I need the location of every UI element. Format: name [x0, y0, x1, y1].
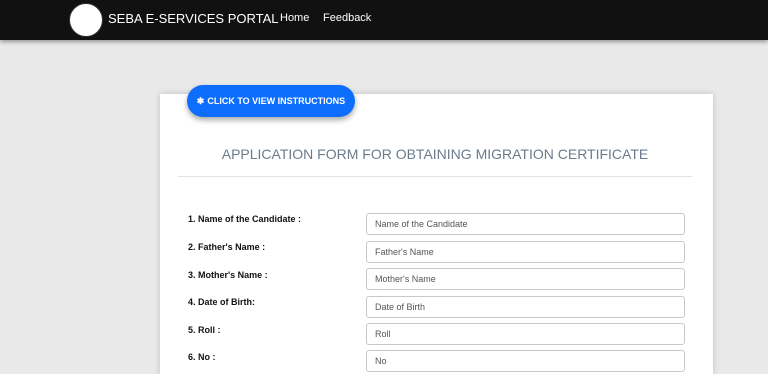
no-label: 6. No :	[188, 352, 216, 362]
no-input[interactable]	[366, 350, 685, 372]
brand-title[interactable]: SEBA E-SERVICES PORTAL	[108, 11, 279, 26]
seba-logo-icon	[69, 3, 103, 37]
mother-name-label: 3. Mother's Name :	[188, 270, 268, 280]
title-divider	[178, 176, 692, 177]
father-name-input[interactable]	[366, 241, 685, 263]
form-title: APPLICATION FORM FOR OBTAINING MIGRATION…	[221, 146, 649, 162]
nav-home-link[interactable]: Home	[280, 12, 309, 24]
view-instructions-label: CLICK TO VIEW INSTRUCTIONS	[207, 96, 346, 106]
top-navbar: SEBA E-SERVICES PORTAL Home Feedback	[0, 0, 768, 40]
mother-name-input[interactable]	[366, 268, 685, 290]
candidate-name-label: 1. Name of the Candidate :	[188, 214, 302, 224]
father-name-label: 2. Father's Name :	[188, 242, 266, 252]
asterisk-icon: ✱	[196, 95, 205, 106]
nav-feedback-link[interactable]: Feedback	[323, 12, 371, 24]
date-of-birth-input[interactable]	[366, 296, 685, 318]
candidate-name-input[interactable]	[366, 213, 685, 235]
view-instructions-button[interactable]: ✱ CLICK TO VIEW INSTRUCTIONS	[187, 85, 355, 117]
roll-input[interactable]	[366, 323, 685, 345]
date-of-birth-label: 4. Date of Birth:	[188, 297, 256, 307]
roll-label: 5. Roll :	[188, 325, 221, 335]
